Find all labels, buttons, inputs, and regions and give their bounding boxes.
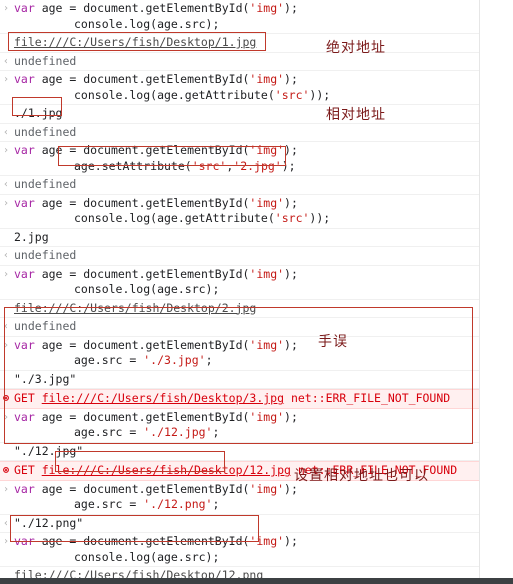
annotation-box xyxy=(8,32,266,51)
annotation-label: 设置相对地址也可以 xyxy=(294,468,429,484)
annotation-label: 手误 xyxy=(318,334,348,350)
annotation-label: 绝对地址 xyxy=(326,40,386,56)
devtools-console-screenshot: top frame Preserve log ›var age = docume… xyxy=(0,0,513,584)
annotation-box xyxy=(10,515,259,542)
annotation-label: 相对地址 xyxy=(326,107,386,123)
annotation-overlay: 绝对地址相对地址手误设置相对地址也可以 xyxy=(0,0,513,584)
console-bottom-bar xyxy=(0,578,513,584)
annotation-box xyxy=(12,97,62,116)
annotation-box xyxy=(4,307,473,444)
annotation-box xyxy=(55,451,225,472)
annotation-box xyxy=(58,146,286,166)
